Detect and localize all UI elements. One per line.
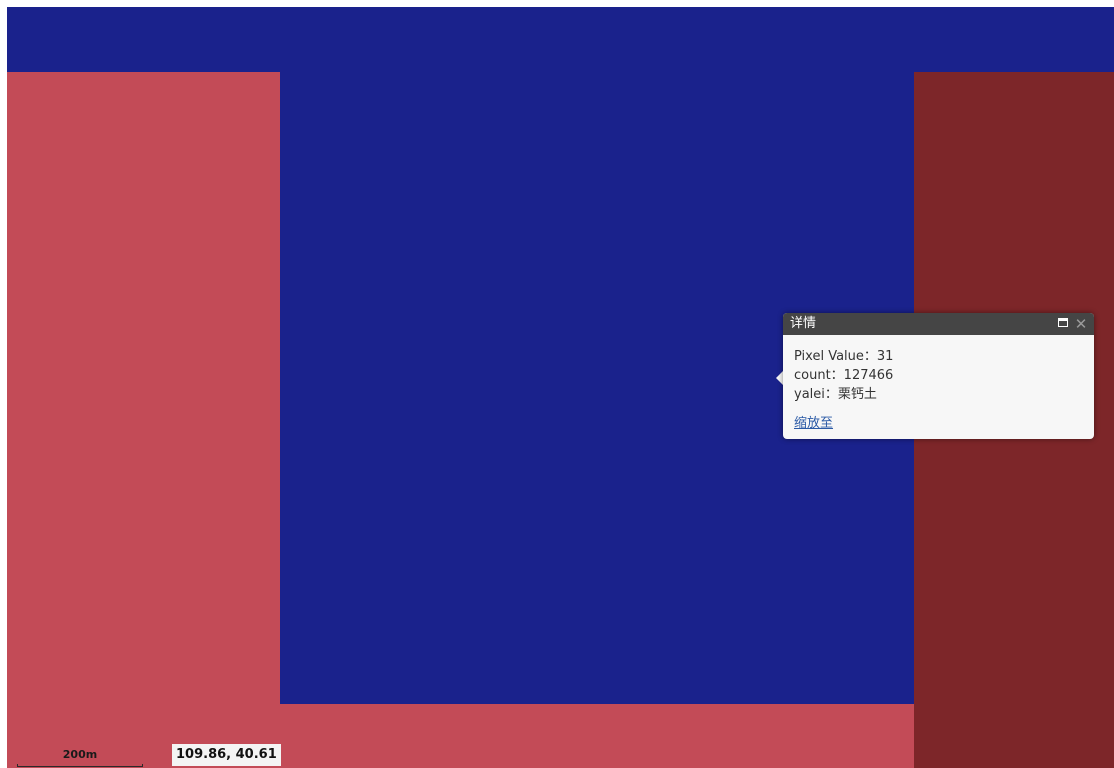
map-region-top[interactable] bbox=[7, 7, 1114, 72]
scale-label: 200m bbox=[62, 748, 98, 761]
popup-header: 详情 ✕ bbox=[783, 313, 1094, 335]
zoom-to-link[interactable]: 缩放至 bbox=[794, 414, 833, 433]
map-region-left[interactable] bbox=[7, 72, 280, 768]
info-popup: 详情 ✕ Pixel Value：31 count：127466 yalei：栗… bbox=[783, 313, 1094, 439]
maximize-icon[interactable] bbox=[1058, 318, 1068, 327]
popup-body: Pixel Value：31 count：127466 yalei：栗钙土 缩放… bbox=[783, 335, 1094, 433]
close-icon[interactable]: ✕ bbox=[1074, 313, 1088, 335]
attr-count: count：127466 bbox=[794, 368, 894, 383]
scale-line bbox=[17, 764, 143, 767]
attr-pixel-value: Pixel Value：31 bbox=[794, 349, 894, 364]
scale-bar: 200m bbox=[17, 748, 143, 767]
coordinate-readout: 109.86, 40.61 bbox=[172, 744, 281, 766]
attr-yalei: yalei：栗钙土 bbox=[794, 387, 877, 402]
popup-title: 详情 bbox=[790, 316, 817, 331]
map-region-bottom[interactable] bbox=[280, 704, 914, 768]
